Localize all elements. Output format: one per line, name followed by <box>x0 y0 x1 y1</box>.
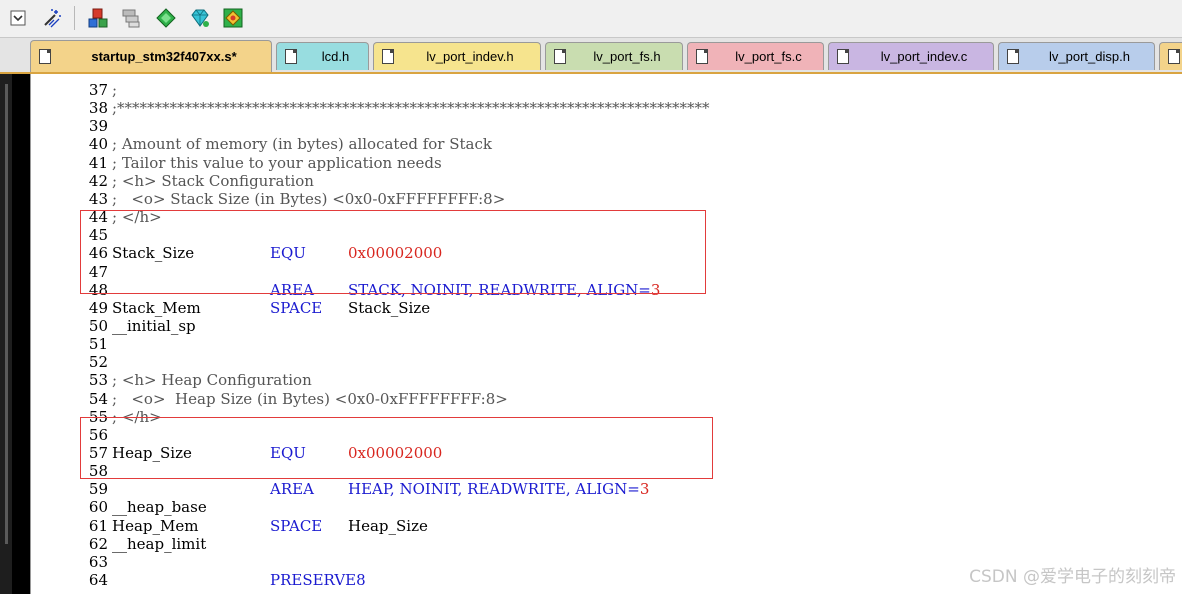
dropdown-icon[interactable] <box>6 6 30 30</box>
line-number: 61 <box>88 516 108 535</box>
left-panel-edge <box>0 74 12 594</box>
heap-size-highlight <box>80 417 713 479</box>
line-number: 50 <box>88 316 108 335</box>
line-number: 52 <box>88 353 108 372</box>
line-number: 41 <box>88 153 108 172</box>
code-label: __heap_limit <box>112 534 207 553</box>
tab-label: startup_stm32f407xx.s* <box>91 49 237 64</box>
code-comment: ; Amount of memory (in bytes) allocated … <box>112 135 492 154</box>
code-comment: ; <o> Heap Size (in Bytes) <0x0-0xFFFFFF… <box>112 389 508 408</box>
code-operand-text: HEAP, NOINIT, READWRITE, ALIGN= <box>348 480 640 499</box>
code-label: Stack_Mem <box>112 298 201 317</box>
diamond-green-icon[interactable] <box>154 6 178 30</box>
file-icon <box>837 49 849 64</box>
code-comment: ; Tailor this value to your application … <box>112 153 442 172</box>
code-directive: SPACE <box>270 298 323 317</box>
watermark: CSDN @爱学电子的刻刻帝 <box>969 567 1176 587</box>
line-number: 38 <box>88 99 108 118</box>
code-comment: ;***************************************… <box>112 99 710 118</box>
tab-startup-stm32f407xx[interactable]: startup_stm32f407xx.s* <box>30 40 272 72</box>
tab-lv-port-disp-h[interactable]: lv_port_disp.h <box>998 42 1155 70</box>
tab-label: lv_port_indev.h <box>426 49 514 64</box>
file-icon <box>39 49 51 64</box>
tab-label: lv_port_disp.h <box>1049 49 1130 64</box>
line-number: 51 <box>88 335 108 354</box>
code-label: __heap_base <box>112 498 207 517</box>
code-comment: ; <o> Stack Size (in Bytes) <0x0-0xFFFFF… <box>112 189 506 208</box>
code-directive: SPACE <box>270 516 323 535</box>
tab-lcd-h[interactable]: lcd.h <box>276 42 369 70</box>
gem-icon[interactable] <box>188 6 212 30</box>
tab-lv-port-fs-c[interactable]: lv_port_fs.c <box>687 42 824 70</box>
line-number: 59 <box>88 480 108 499</box>
magic-wand-icon[interactable] <box>40 6 64 30</box>
stack-size-highlight <box>80 210 706 294</box>
file-icon <box>285 49 297 64</box>
line-number: 43 <box>88 189 108 208</box>
file-icon <box>1168 49 1180 64</box>
line-number: 53 <box>88 371 108 390</box>
code-operand-text: Stack_Size <box>348 298 431 317</box>
code-comment: ; <h> Heap Configuration <box>112 371 312 390</box>
line-number: 60 <box>88 498 108 517</box>
code-operand: Heap_Size <box>348 517 428 535</box>
line-number: 40 <box>88 135 108 154</box>
tab-label: lv_port_fs.c <box>735 49 802 64</box>
code-operand-text: Heap_Size <box>348 516 428 535</box>
code-directive: AREA <box>270 480 314 499</box>
code-number: 3 <box>639 480 650 499</box>
code-operand: Stack_Size <box>348 299 430 317</box>
tab-lv-port-indev-c[interactable]: lv_port_indev.c <box>828 42 994 70</box>
tab-label: lv_port_indev.c <box>880 49 968 64</box>
tab-label: lv_port_fs.h <box>593 49 661 64</box>
tab-lv-port-indev-h[interactable]: lv_port_indev.h <box>373 42 541 70</box>
line-number: 64 <box>88 571 108 590</box>
component-icon[interactable] <box>86 6 110 30</box>
code-comment: ; <h> Stack Configuration <box>112 171 314 190</box>
code-directive: PRESERVE8 <box>270 571 366 590</box>
code-operand: HEAP, NOINIT, READWRITE, ALIGN=3 <box>348 480 649 498</box>
code-editor[interactable]: 37; 38 ;**********************************… <box>30 74 1182 594</box>
file-icon <box>382 49 394 64</box>
tab-label: lcd.h <box>321 49 350 64</box>
toolbar <box>0 0 1182 38</box>
line-number: 37 <box>88 81 108 99</box>
line-number: 63 <box>88 552 108 571</box>
line-number: 62 <box>88 534 108 553</box>
ide-window: startup_stm32f407xx.s* lcd.h lv_port_ind… <box>0 0 1182 594</box>
tab-overflow[interactable] <box>1159 42 1182 70</box>
line-number: 54 <box>88 389 108 408</box>
stack-layers-icon[interactable] <box>119 6 143 30</box>
file-icon <box>1007 49 1019 64</box>
code-comment: ; <box>112 81 118 99</box>
code-label: Heap_Mem <box>112 516 199 535</box>
code-label: __initial_sp <box>112 316 196 335</box>
line-number: 49 <box>88 298 108 317</box>
file-icon <box>696 49 708 64</box>
line-number: 42 <box>88 171 108 190</box>
file-icon <box>554 49 566 64</box>
network-pack-icon[interactable] <box>221 6 245 30</box>
tab-lv-port-fs-h[interactable]: lv_port_fs.h <box>545 42 683 70</box>
line-number: 39 <box>88 117 108 136</box>
editor-tab-bar: startup_stm32f407xx.s* lcd.h lv_port_ind… <box>0 38 1182 74</box>
